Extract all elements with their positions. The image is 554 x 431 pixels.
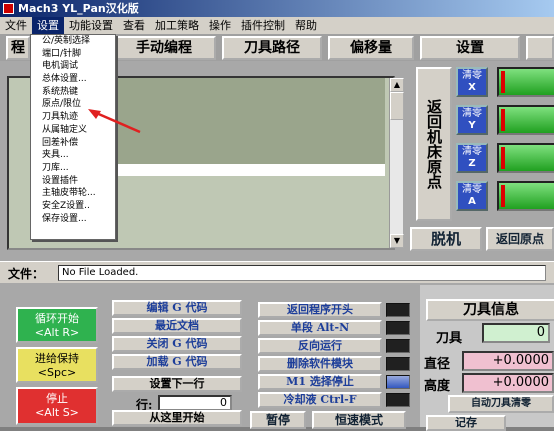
menu-item-slave-axis[interactable]: 从属轴定义 <box>31 124 115 137</box>
height-label: 高度 <box>424 379 451 394</box>
window-title: Mach3 YL_Pan汉化版 <box>18 2 139 15</box>
cycle-start-button[interactable]: 循环开始 <Alt R> <box>16 307 98 343</box>
z-dro <box>497 143 554 173</box>
axis-panel: 返回机床原点 清零 X 清零 Y 清零 Z 清零 A 脱机 返回原点 <box>408 61 554 261</box>
menu-item-toolpath[interactable]: 刀具轨迹 <box>31 111 115 124</box>
menu-operation[interactable]: 操作 <box>204 17 236 34</box>
menu-item-general-config[interactable]: 总体设置... <box>31 73 115 86</box>
stop-button[interactable]: 停止 <Alt S> <box>16 387 98 425</box>
pause-button[interactable]: 暂停 <box>250 411 306 429</box>
settings-dropdown-menu: 公/英制选择 端口/针脚 电机调试 总体设置... 系统热键 原点/限位 刀具轨… <box>30 34 116 240</box>
auto-tool-zero-button[interactable]: 自动刀具清零 <box>448 395 554 413</box>
delete-block-led <box>386 357 410 371</box>
menu-plugin-control[interactable]: 插件控制 <box>236 17 290 34</box>
file-name-field: No File Loaded. <box>58 265 546 281</box>
menu-item-fixtures[interactable]: 夹具... <box>31 149 115 162</box>
rewind-led <box>386 303 410 317</box>
menu-item-units[interactable]: 公/英制选择 <box>31 35 115 48</box>
single-step-led <box>386 321 410 335</box>
diameter-field[interactable]: +0.0000 <box>462 351 554 371</box>
delete-block-button[interactable]: 删除软件模块 <box>258 356 382 372</box>
gcode-scrollbar[interactable]: ▲ ▼ <box>389 78 404 248</box>
save-button[interactable]: 记存 <box>426 415 506 431</box>
run-from-here-button[interactable]: 从这里开始 <box>112 410 242 426</box>
menu-item-safe-z[interactable]: 安全Z设置.. <box>31 200 115 213</box>
zero-x-button[interactable]: 清零 X <box>456 67 488 97</box>
rewind-button[interactable]: 返回程序开头 <box>258 302 382 318</box>
tab-offsets[interactable]: 偏移量 <box>328 36 414 60</box>
constant-velocity-mode-button[interactable]: 恒速模式 <box>312 411 406 429</box>
control-area: 循环开始 <Alt R> 进给保持 <Spc> 停止 <Alt S> 编辑 G 代码 … <box>0 283 554 431</box>
load-gcode-button[interactable]: 加载 G 代码 <box>112 354 242 370</box>
close-gcode-button[interactable]: 关闭 G 代码 <box>112 336 242 352</box>
optional-stop-led <box>386 375 410 389</box>
tool-label: 刀具 <box>436 331 463 346</box>
menu-item-spindle-pulleys[interactable]: 主轴皮带轮... <box>31 187 115 200</box>
tab-program[interactable]: 程 <box>6 36 30 60</box>
tab-manual-programming[interactable]: 手动编程 <box>112 36 216 60</box>
edit-gcode-button[interactable]: 编辑 G 代码 <box>112 300 242 316</box>
menu-settings[interactable]: 设置 <box>32 17 64 34</box>
menu-item-ports-pins[interactable]: 端口/针脚 <box>31 48 115 61</box>
feed-hold-button[interactable]: 进给保持 <Spc> <box>16 347 98 383</box>
a-dro <box>497 181 554 211</box>
set-next-line-button[interactable]: 设置下一行 <box>112 376 242 392</box>
zero-a-button[interactable]: 清零 A <box>456 181 488 211</box>
recent-files-button[interactable]: 最近文档 <box>112 318 242 334</box>
reverse-run-button[interactable]: 反向运行 <box>258 338 382 354</box>
file-row: 文件： No File Loaded. <box>0 261 554 283</box>
zero-y-button[interactable]: 清零 Y <box>456 105 488 135</box>
diameter-label: 直径 <box>424 357 451 372</box>
scroll-thumb[interactable] <box>390 92 404 120</box>
menu-item-save-settings[interactable]: 保存设置... <box>31 213 115 226</box>
zero-z-button[interactable]: 清零 Z <box>456 143 488 173</box>
scroll-up-arrow-icon[interactable]: ▲ <box>390 78 404 92</box>
menu-function-settings[interactable]: 功能设置 <box>64 17 118 34</box>
coolant-button[interactable]: 冷却液 Ctrl-F <box>258 392 382 408</box>
tool-info-panel: 刀具信息 刀具 0 直径 +0.0000 高度 +0.0000 自动刀具清零 记… <box>420 285 554 431</box>
menu-item-tool-table[interactable]: 刀库... <box>31 162 115 175</box>
menu-file[interactable]: 文件 <box>0 17 32 34</box>
x-dro <box>497 67 554 97</box>
scroll-down-arrow-icon[interactable]: ▼ <box>390 234 404 248</box>
menu-item-backlash[interactable]: 回差补偿 <box>31 137 115 150</box>
file-label: 文件： <box>8 267 45 281</box>
menu-item-config-plugins[interactable]: 设置插件 <box>31 175 115 188</box>
line-number-field[interactable]: 0 <box>158 395 232 411</box>
menu-help[interactable]: 帮助 <box>290 17 322 34</box>
tab-settings[interactable]: 设置 <box>420 36 520 60</box>
offline-button[interactable]: 脱机 <box>410 227 482 251</box>
menu-item-homing-limits[interactable]: 原点/限位 <box>31 98 115 111</box>
tool-info-header: 刀具信息 <box>426 299 554 321</box>
app-icon <box>3 3 14 14</box>
optional-stop-button[interactable]: M1 选择停止 <box>258 374 382 390</box>
tab-toolpath[interactable]: 刀具路径 <box>222 36 322 60</box>
current-line-highlight <box>117 164 385 176</box>
menu-bar: 文件 设置 功能设置 查看 加工策略 操作 插件控制 帮助 <box>0 17 554 34</box>
menu-machining-strategy[interactable]: 加工策略 <box>150 17 204 34</box>
tool-number-field[interactable]: 0 <box>482 323 550 343</box>
coolant-led <box>386 393 410 407</box>
reverse-run-led <box>386 339 410 353</box>
height-field[interactable]: +0.0000 <box>462 373 554 393</box>
menu-item-system-hotkeys[interactable]: 系统热键 <box>31 86 115 99</box>
single-step-button[interactable]: 单段 Alt-N <box>258 320 382 336</box>
menu-item-motor-tuning[interactable]: 电机调试 <box>31 60 115 73</box>
menu-view[interactable]: 查看 <box>118 17 150 34</box>
tab-more[interactable] <box>526 36 554 60</box>
title-bar: Mach3 YL_Pan汉化版 <box>0 0 554 17</box>
y-dro <box>497 105 554 135</box>
return-origin-button[interactable]: 返回原点 <box>486 227 554 251</box>
return-machine-home-button[interactable]: 返回机床原点 <box>416 67 452 221</box>
